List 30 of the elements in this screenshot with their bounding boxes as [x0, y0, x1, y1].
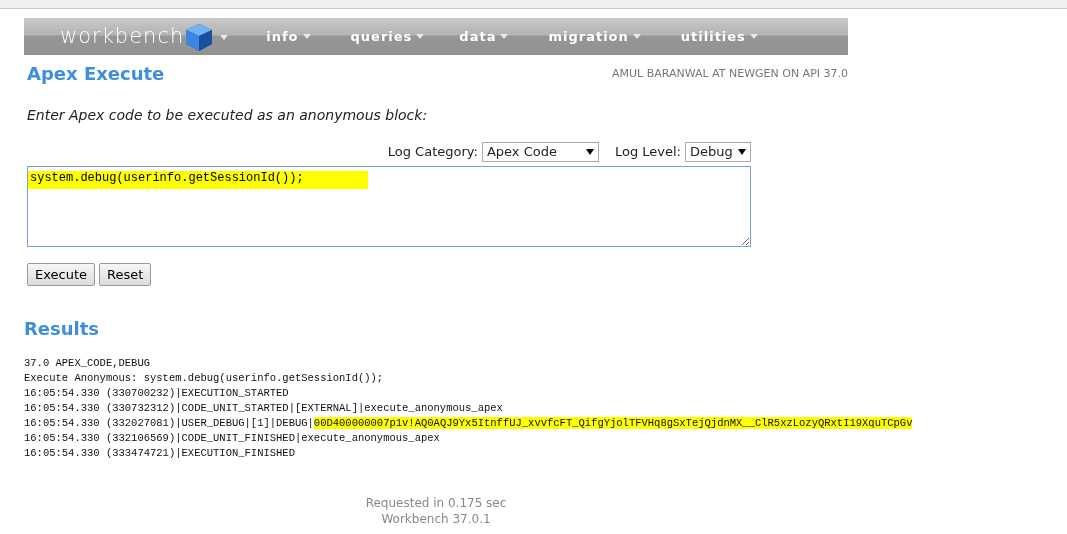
caret-icon — [749, 34, 758, 39]
caret-icon — [500, 34, 509, 39]
log-category-select[interactable]: Apex Code — [481, 141, 599, 162]
results-title: Results — [24, 318, 101, 340]
version-text: Workbench 37.0.1 — [380, 510, 492, 527]
user-info: AMUL BARANWAL AT NEWGEN ON API 37.0 — [611, 65, 848, 82]
log-line: 16:05:54.330 (332106569)|CODE_UNIT_FINISHED|execute_anonymous_apex — [24, 430, 440, 446]
log-line: Execute Anonymous: system.debug(userinfo.getSessionId()); — [24, 370, 384, 386]
dropdown-arrow-icon — [738, 148, 746, 155]
log-line: 16:05:54.330 (332027081)|USER_DEBUG|[1]|DEBUG|00D400000007p1v!AQ0AQJ9Yx5ItnffUJ_xvvfcFT_QifgYjolTFVHq8gSxTejQjdnMX__ClR5xzLozyQRxtI19XquTCpGv — [24, 415, 913, 431]
caret-icon — [632, 34, 641, 39]
caret-icon — [302, 34, 311, 39]
log-line: 37.0 APEX_CODE,DEBUG — [24, 355, 151, 371]
cube-icon — [184, 21, 215, 52]
log-level-select[interactable]: Debug — [685, 141, 751, 162]
caret-icon — [416, 34, 425, 39]
instruction-text: Enter Apex code to be executed as an anonymous block: — [26, 105, 429, 125]
brand-logo-text: workbench — [60, 22, 185, 50]
log-line: 16:05:54.330 (333474721)|EXECUTION_FINISHED — [24, 445, 295, 461]
execute-button[interactable]: Execute — [27, 262, 95, 287]
log-line: 16:05:54.330 (330732312)|CODE_UNIT_STARTED|[EXTERNAL]|execute_anonymous_apex — [24, 400, 503, 416]
page-title: Apex Execute — [27, 63, 165, 85]
dropdown-arrow-icon — [585, 148, 594, 155]
request-time-text: Requested in 0.175 sec — [364, 494, 508, 511]
code-input-field[interactable]: system.debug(userinfo.getSessionId()); — [27, 165, 751, 247]
reset-button[interactable]: Reset — [99, 262, 152, 287]
field-label: Log Category: — [387, 142, 478, 161]
log-line: 16:05:54.330 (330700232)|EXECUTION_STARTED — [24, 385, 289, 401]
caret-icon — [220, 34, 229, 40]
field-label: Log Level: — [614, 142, 681, 161]
